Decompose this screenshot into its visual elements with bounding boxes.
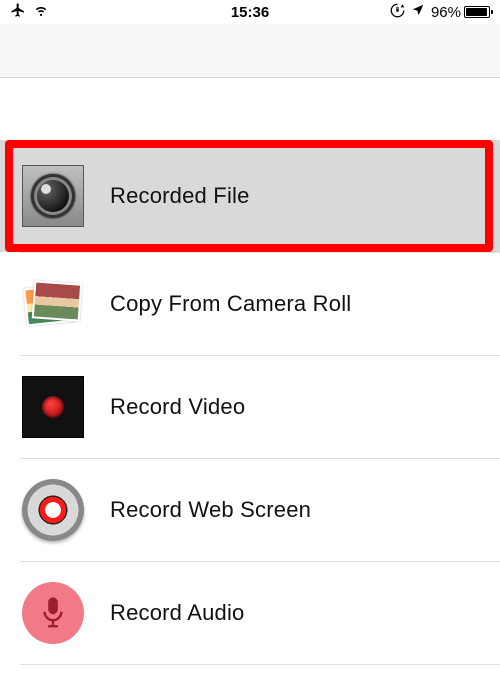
microphone-icon	[22, 582, 84, 644]
menu-list: Recorded File Copy From Camera Roll Reco…	[0, 140, 500, 665]
menu-item-record-video[interactable]: Record Video	[0, 356, 500, 458]
menu-item-record-web-screen[interactable]: Record Web Screen	[0, 459, 500, 561]
menu-item-record-audio[interactable]: Record Audio	[0, 562, 500, 664]
menu-item-label: Record Audio	[110, 600, 245, 626]
wifi-icon	[32, 3, 50, 21]
camera-lens-icon	[22, 165, 84, 227]
menu-item-label: Copy From Camera Roll	[110, 291, 351, 317]
menu-item-label: Recorded File	[110, 183, 250, 209]
record-video-icon	[22, 376, 84, 438]
battery-percent: 96%	[431, 4, 461, 21]
battery-icon	[464, 6, 490, 18]
location-icon	[411, 3, 425, 21]
menu-item-label: Record Video	[110, 394, 245, 420]
status-time: 15:36	[231, 4, 269, 21]
record-disc-icon	[22, 479, 84, 541]
orientation-lock-icon	[390, 3, 405, 22]
menu-item-copy-camera-roll[interactable]: Copy From Camera Roll	[0, 253, 500, 355]
status-right: 96%	[390, 3, 490, 22]
photos-stack-icon	[22, 273, 84, 335]
menu-item-label: Record Web Screen	[110, 497, 311, 523]
battery-fill	[466, 8, 487, 16]
separator	[20, 664, 500, 665]
menu-item-recorded-file[interactable]: Recorded File	[0, 140, 500, 252]
top-spacer	[0, 78, 500, 140]
status-bar: 15:36 96%	[0, 0, 500, 24]
battery-indicator: 96%	[431, 4, 490, 21]
status-left	[10, 2, 50, 22]
nav-header	[0, 24, 500, 78]
airplane-mode-icon	[10, 2, 26, 22]
